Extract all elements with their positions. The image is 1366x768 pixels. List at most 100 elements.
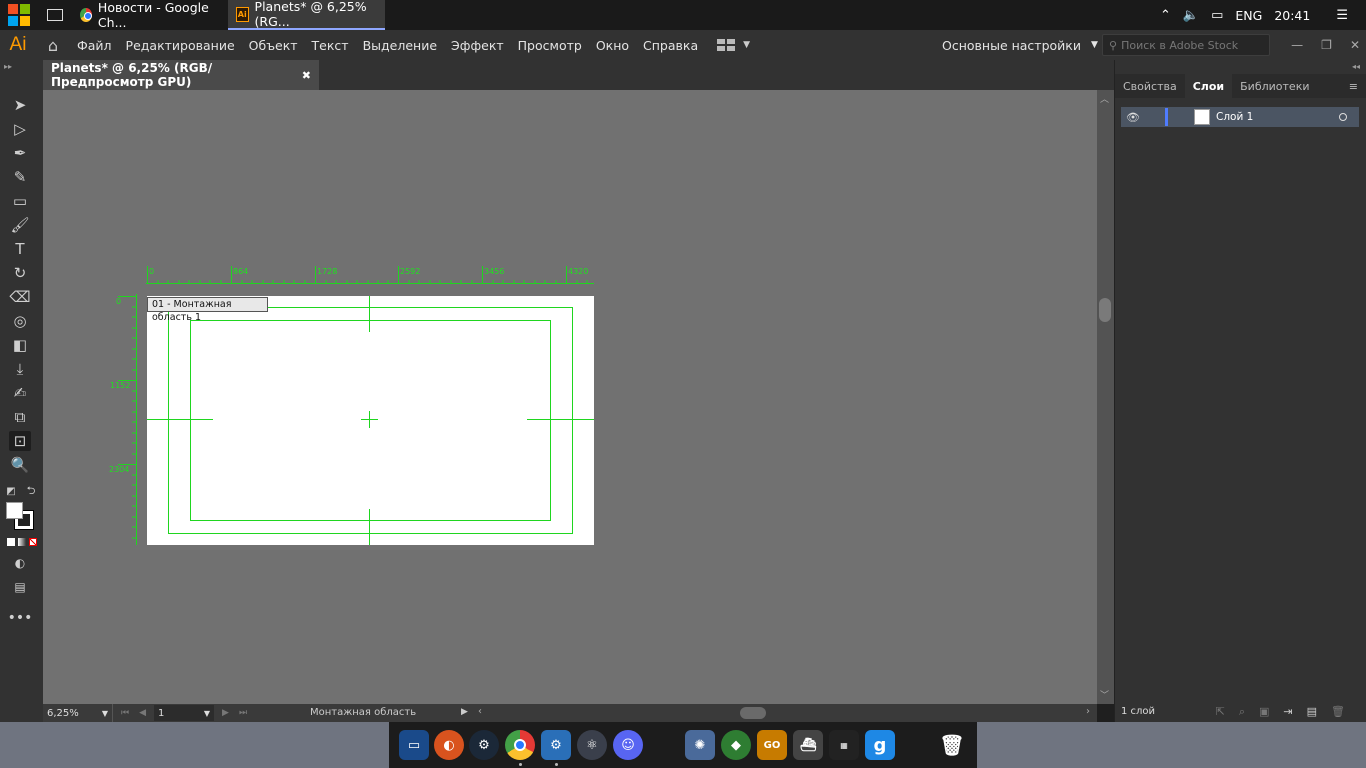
menu-select[interactable]: Выделение <box>356 38 444 53</box>
warp-tool-icon[interactable]: ◎ <box>9 311 31 331</box>
steam-icon[interactable]: ⚙ <box>469 730 499 760</box>
ship-game-icon[interactable]: ⛴ <box>793 730 823 760</box>
direct-selection-tool-icon[interactable]: ▷ <box>9 119 31 139</box>
vertical-scrollbar[interactable]: ︿ ﹀ <box>1097 90 1114 704</box>
fill-stroke-swatch[interactable] <box>6 502 34 530</box>
artboard-label[interactable]: 01 - Монтажная область 1 <box>147 297 268 323</box>
artboard-tool-icon[interactable]: ⊡ <box>9 431 31 451</box>
taskbar-tab-chrome[interactable]: Новости - Google Ch... <box>72 0 228 30</box>
shape-builder-tool-icon[interactable]: ⧉ <box>9 407 31 427</box>
delete-layer-icon[interactable]: 🗑 <box>1331 705 1345 719</box>
menu-effect[interactable]: Эффект <box>444 38 511 53</box>
restore-icon[interactable]: ❐ <box>1321 38 1332 52</box>
menu-object[interactable]: Объект <box>242 38 305 53</box>
selection-tool-icon[interactable]: ➤ <box>9 95 31 115</box>
default-colors-icon[interactable]: ◩ <box>4 481 18 501</box>
notifications-icon[interactable]: ☰ <box>1336 8 1348 23</box>
recycle-bin-icon[interactable]: 🗑 <box>937 730 967 760</box>
arrange-documents-button[interactable]: ▼ <box>717 39 750 51</box>
scrollbar-thumb[interactable] <box>1099 298 1111 322</box>
status-mode[interactable]: Монтажная область <box>310 707 416 718</box>
control-panel-icon[interactable]: ⚙ <box>541 730 571 760</box>
taskbar-tab-illustrator[interactable]: Ai Planets* @ 6,25% (RG... <box>228 0 385 30</box>
panel-menu-icon[interactable]: ≡ <box>1349 80 1358 93</box>
prev-artboard-icon[interactable]: ◀ <box>139 708 146 718</box>
menu-type[interactable]: Текст <box>305 38 356 53</box>
eraser-tool-icon[interactable]: ⌫ <box>9 287 31 307</box>
discord-icon[interactable]: ☺ <box>613 730 643 760</box>
zoom-tool-icon[interactable]: 🔍 <box>9 455 31 475</box>
adobe-stock-search[interactable]: ⚲ Поиск в Adobe Stock <box>1102 34 1270 56</box>
scroll-down-icon[interactable]: ﹀ <box>1100 688 1109 701</box>
volume-icon[interactable]: 🔈 <box>1183 8 1199 23</box>
draw-mode-icon[interactable]: ◐ <box>9 553 31 573</box>
more-tools-icon[interactable]: ••• <box>8 608 33 628</box>
locate-object-icon[interactable]: ⌕ <box>1239 705 1245 719</box>
menu-file[interactable]: Файл <box>70 38 119 53</box>
type-tool-icon[interactable]: T <box>9 239 31 259</box>
gmod-icon[interactable]: g <box>865 730 895 760</box>
layer-target-icon[interactable] <box>1339 113 1347 121</box>
menu-window[interactable]: Окно <box>589 38 636 53</box>
scroll-up-icon[interactable]: ︿ <box>1100 92 1109 105</box>
collapse-panel-icon[interactable]: ◂◂ <box>1352 62 1360 71</box>
chevron-up-icon[interactable]: ⌃ <box>1160 8 1171 23</box>
fill-swatch[interactable] <box>6 502 23 519</box>
workspace-switcher[interactable]: Основные настройки ▼ <box>942 30 1098 60</box>
next-artboard-icon[interactable]: ▶ <box>222 708 229 718</box>
scroll-right-icon[interactable]: › <box>1086 706 1090 717</box>
tab-properties[interactable]: Свойства <box>1115 74 1185 98</box>
laptop-app-icon[interactable]: ▭ <box>399 730 429 760</box>
rectangle-tool-icon[interactable]: ▭ <box>9 191 31 211</box>
language-indicator[interactable]: ENG <box>1235 8 1262 23</box>
swap-colors-icon[interactable]: ⮌ <box>24 481 38 501</box>
blend-tool-icon[interactable]: ✍ <box>9 383 31 403</box>
origin-app-icon[interactable]: ◐ <box>434 730 464 760</box>
scroll-left-icon[interactable]: ‹ <box>478 706 482 717</box>
pen-tool-icon[interactable]: ✒ <box>9 143 31 163</box>
csgo-icon[interactable]: GO <box>757 730 787 760</box>
close-tab-icon[interactable]: ✖ <box>302 69 311 82</box>
status-play-icon[interactable]: ▶ <box>461 707 468 717</box>
first-artboard-icon[interactable]: ⏮ <box>121 708 129 718</box>
chrome-icon[interactable] <box>505 730 535 760</box>
document-tab[interactable]: Planets* @ 6,25% (RGB/Предпросмотр GPU) … <box>43 60 319 90</box>
paintbrush-tool-icon[interactable]: 🖌 <box>9 215 31 235</box>
gradient-icon[interactable] <box>18 538 26 546</box>
none-icon[interactable] <box>29 538 37 546</box>
eyedropper-tool-icon[interactable]: ⤓ <box>9 359 31 379</box>
network-icon[interactable]: ▭ <box>1211 8 1223 23</box>
zoom-select[interactable]: 6,25% ▼ <box>43 704 113 722</box>
screen-mode-icon[interactable]: ▤ <box>9 577 31 597</box>
tab-layers[interactable]: Слои <box>1184 74 1233 98</box>
last-artboard-icon[interactable]: ⏭ <box>239 708 247 718</box>
clipping-mask-icon[interactable]: ▣ <box>1259 705 1269 719</box>
tab-libraries[interactable]: Библиотеки <box>1232 74 1317 98</box>
new-layer-icon[interactable]: ▤ <box>1307 705 1317 719</box>
menu-view[interactable]: Просмотр <box>511 38 589 53</box>
atom-icon[interactable]: ⚛ <box>577 730 607 760</box>
layer-name[interactable]: Слой 1 <box>1216 111 1253 123</box>
scrollbar-thumb[interactable] <box>740 707 766 719</box>
menu-edit[interactable]: Редактирование <box>119 38 242 53</box>
horizontal-scrollbar[interactable]: ‹ › <box>476 704 1096 722</box>
task-view-button[interactable] <box>38 0 72 30</box>
game-launcher-icon[interactable]: ▦ <box>829 730 859 760</box>
color-icon[interactable] <box>7 538 15 546</box>
export-icon[interactable]: ⇱ <box>1216 705 1225 719</box>
layer-row[interactable]: 👁 Слой 1 <box>1121 107 1359 127</box>
start-button[interactable] <box>0 0 38 30</box>
minimize-icon[interactable]: — <box>1291 38 1303 52</box>
menu-help[interactable]: Справка <box>636 38 705 53</box>
gradient-tool-icon[interactable]: ◧ <box>9 335 31 355</box>
curvature-tool-icon[interactable]: ✎ <box>9 167 31 187</box>
artboard[interactable] <box>147 296 594 545</box>
artboard-number-select[interactable]: 1 ▼ <box>154 705 215 721</box>
close-icon[interactable]: ✕ <box>1350 38 1360 52</box>
sims-icon[interactable]: ◆ <box>721 730 751 760</box>
collapse-toolbar-icon[interactable]: ▸▸ <box>4 62 12 71</box>
home-icon[interactable]: ⌂ <box>36 36 70 55</box>
eye-icon[interactable]: 👁 <box>1121 111 1145 124</box>
new-sublayer-icon[interactable]: ⇥ <box>1283 705 1292 719</box>
game-icon[interactable]: ✺ <box>685 730 715 760</box>
